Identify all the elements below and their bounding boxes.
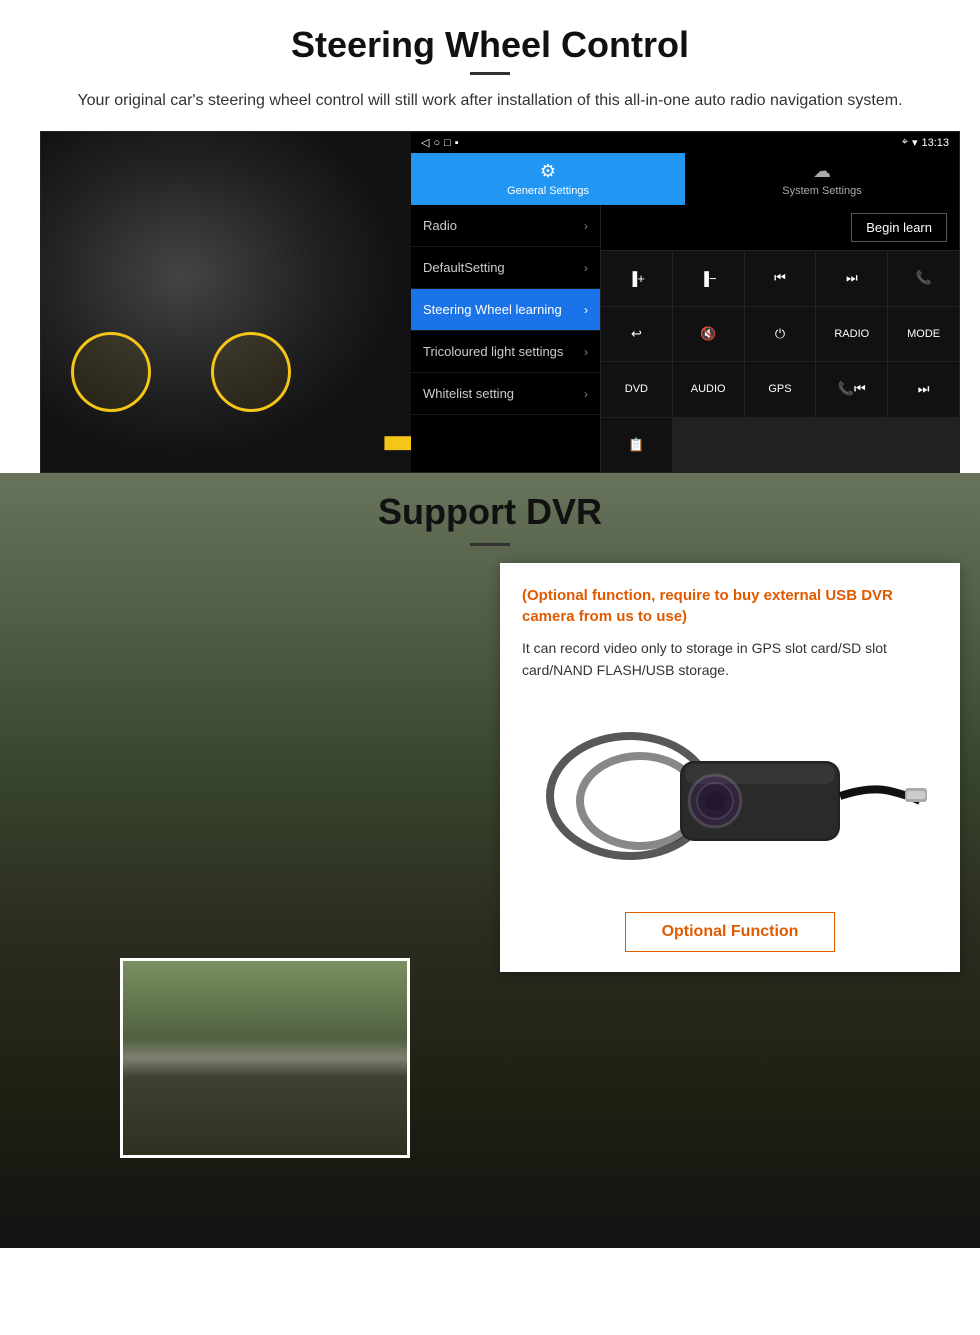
- default-label: DefaultSetting: [423, 260, 505, 275]
- steering-wheel-photo: ➡: [41, 132, 411, 472]
- status-right-icons: ⌖ ▾ 13:13: [902, 136, 949, 149]
- dvr-optional-text: (Optional function, require to buy exter…: [522, 585, 938, 627]
- dvd-btn-label: DVD: [625, 383, 648, 395]
- back-icon: ◁: [421, 136, 429, 149]
- dvr-camera-illustration: [522, 696, 938, 896]
- phone-prev-icon: 📞⏮: [838, 381, 866, 397]
- section1-steering: Steering Wheel Control Your original car…: [0, 0, 980, 473]
- tab-system-label: System Settings: [782, 185, 861, 197]
- steering-wheel-background: [41, 132, 411, 472]
- begin-learn-row: Begin learn: [601, 205, 959, 251]
- gear-tab-icon: ⚙: [540, 161, 556, 182]
- steering-label: Steering Wheel learning: [423, 302, 562, 317]
- next-track-button[interactable]: ⏭: [816, 251, 887, 306]
- media-button-grid: ▐+ ▐− ⏮ ⏭ 📞 ↩ 🔇 ⏻ RADIO MODE DVD AUDIO G…: [601, 251, 959, 472]
- steering-wheel-circle-right: [211, 332, 291, 412]
- phone-button[interactable]: 📞: [888, 251, 959, 306]
- android-panel: ◁ ○ □ ▪ ⌖ ▾ 13:13 ⚙ General Settings: [411, 132, 959, 472]
- camera-svg: [530, 706, 930, 886]
- dvd-button[interactable]: DVD: [601, 362, 672, 417]
- back-media-icon: ↩: [631, 326, 642, 342]
- android-ui-screenshot: ➡ ◁ ○ □ ▪ ⌖ ▾ 13:13 ⚙: [40, 131, 960, 473]
- section2-dvr: Support DVR (Optional function, require …: [0, 473, 980, 1248]
- begin-learn-button[interactable]: Begin learn: [851, 213, 947, 242]
- radio-btn-label: RADIO: [834, 328, 869, 340]
- dvr-title: Support DVR: [0, 491, 980, 533]
- settings-body: Radio › DefaultSetting › Steering Wheel …: [411, 205, 959, 472]
- mode-btn-label: MODE: [907, 328, 940, 340]
- nav-icons: ◁ ○ □ ▪: [421, 136, 459, 149]
- chevron-icon: ›: [584, 387, 588, 401]
- gps-btn-label: GPS: [768, 383, 791, 395]
- gps-button[interactable]: GPS: [745, 362, 816, 417]
- audio-btn-label: AUDIO: [691, 383, 726, 395]
- gps-status-icon: ⌖: [902, 136, 908, 149]
- optional-function-button[interactable]: Optional Function: [625, 912, 836, 952]
- mode-button[interactable]: MODE: [888, 307, 959, 362]
- next-icon: ⏭: [846, 270, 858, 286]
- title-divider: [470, 72, 510, 75]
- learn-panel: Begin learn ▐+ ▐− ⏮ ⏭ 📞 ↩ 🔇 ⏻ RADIO MODE: [601, 205, 959, 472]
- home-icon: ○: [433, 137, 440, 149]
- chevron-icon: ›: [584, 345, 588, 359]
- back-button[interactable]: ↩: [601, 307, 672, 362]
- settings-item-steering[interactable]: Steering Wheel learning ›: [411, 289, 600, 331]
- subtitle-text: Your original car's steering wheel contr…: [60, 89, 920, 113]
- dvr-thumbnail-photo: [120, 958, 410, 1158]
- power-button[interactable]: ⏻: [745, 307, 816, 362]
- chevron-icon: ›: [584, 303, 588, 317]
- rec-button[interactable]: 📋: [601, 418, 672, 473]
- chevron-icon: ›: [584, 219, 588, 233]
- vol-up-button[interactable]: ▐+: [601, 251, 672, 306]
- status-bar: ◁ ○ □ ▪ ⌖ ▾ 13:13: [411, 132, 959, 153]
- phone-next-button[interactable]: ⏭: [888, 362, 959, 417]
- tab-system-settings[interactable]: ☁ System Settings: [685, 153, 959, 205]
- time-display: 13:13: [921, 137, 949, 149]
- prev-icon: ⏮: [774, 270, 786, 286]
- page-title: Steering Wheel Control: [40, 24, 940, 66]
- radio-label: Radio: [423, 218, 457, 233]
- vol-up-icon: ▐+: [628, 271, 645, 286]
- dvr-desc-text: It can record video only to storage in G…: [522, 637, 938, 682]
- recent-icon: □: [444, 137, 451, 149]
- tab-general-settings[interactable]: ⚙ General Settings: [411, 153, 685, 205]
- thumbnail-road-scene: [123, 961, 407, 1155]
- steering-wheel-circle-left: [71, 332, 151, 412]
- settings-item-radio[interactable]: Radio ›: [411, 205, 600, 247]
- whitelist-label: Whitelist setting: [423, 386, 514, 401]
- power-icon: ⏻: [775, 326, 785, 342]
- dvr-info-card: (Optional function, require to buy exter…: [500, 563, 960, 972]
- phone-next-icon: ⏭: [918, 381, 930, 397]
- phone-prev-button[interactable]: 📞⏮: [816, 362, 887, 417]
- mute-button[interactable]: 🔇: [673, 307, 744, 362]
- tab-row: ⚙ General Settings ☁ System Settings: [411, 153, 959, 205]
- settings-list: Radio › DefaultSetting › Steering Wheel …: [411, 205, 601, 472]
- prev-track-button[interactable]: ⏮: [745, 251, 816, 306]
- mute-icon: 🔇: [700, 326, 716, 342]
- settings-item-whitelist[interactable]: Whitelist setting ›: [411, 373, 600, 415]
- chevron-icon: ›: [584, 261, 588, 275]
- system-tab-icon: ☁: [813, 161, 831, 182]
- settings-item-tricolour[interactable]: Tricoloured light settings ›: [411, 331, 600, 373]
- vol-down-icon: ▐−: [700, 271, 717, 286]
- vol-down-button[interactable]: ▐−: [673, 251, 744, 306]
- dvr-title-divider: [470, 543, 510, 546]
- audio-button[interactable]: AUDIO: [673, 362, 744, 417]
- menu-icon: ▪: [455, 137, 459, 149]
- rec-icon: 📋: [628, 437, 644, 453]
- radio-button[interactable]: RADIO: [816, 307, 887, 362]
- tricolour-label: Tricoloured light settings: [423, 344, 563, 359]
- settings-item-default[interactable]: DefaultSetting ›: [411, 247, 600, 289]
- wifi-icon: ▾: [912, 136, 918, 149]
- tab-general-label: General Settings: [507, 185, 589, 197]
- phone-icon: 📞: [916, 270, 932, 286]
